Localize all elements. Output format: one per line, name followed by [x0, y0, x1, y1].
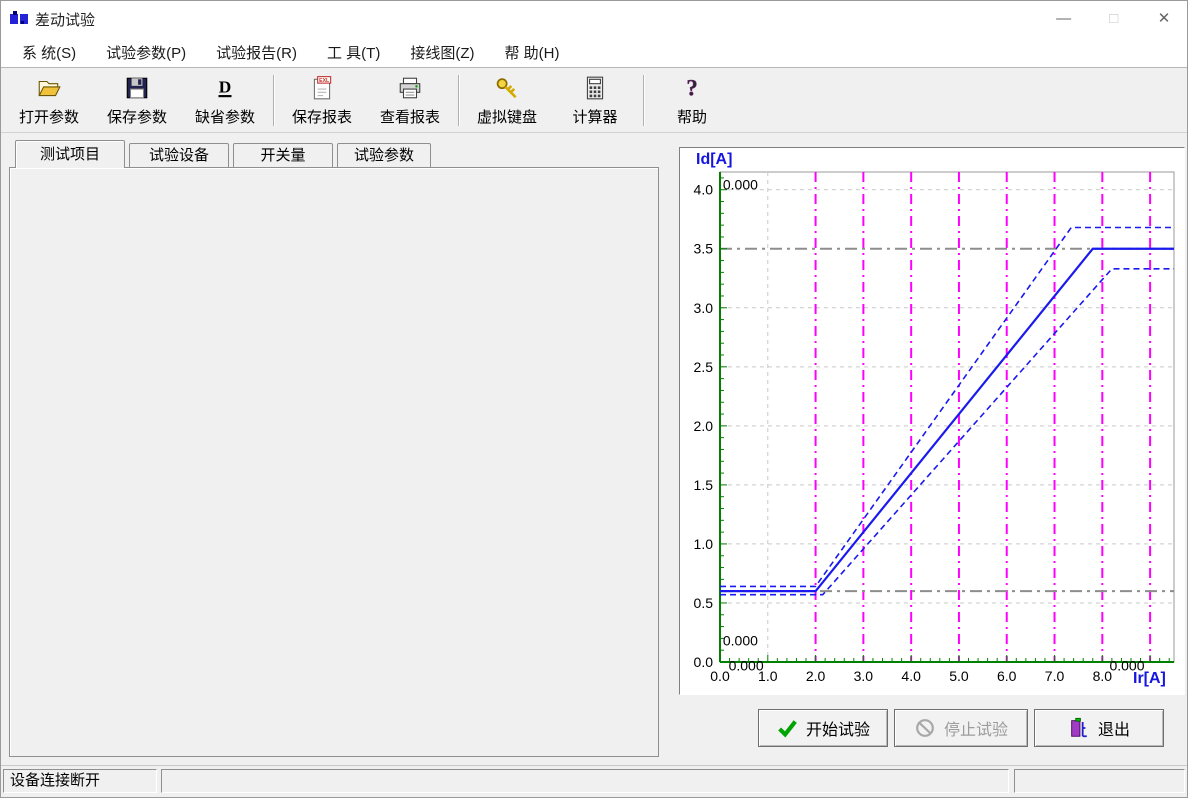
svg-text:D: D	[219, 77, 232, 96]
toolbar-button-label: 保存报表	[292, 106, 352, 127]
y-tick-label: 3.0	[694, 300, 714, 316]
calculator-icon	[582, 75, 608, 105]
y-tick-label: 1.0	[694, 536, 714, 552]
svg-text:?: ?	[686, 75, 697, 100]
toolbar: 打开参数 保存参数 D 缺省参数 EXL 保存报表 查看报表 虚拟键盘 计算器? 帮助	[1, 69, 1187, 133]
maximize-button[interactable]: □	[1091, 1, 1137, 37]
toolbar-button-virtual-keyboard[interactable]: 虚拟键盘	[463, 69, 551, 132]
toolbar-button-view-report[interactable]: 查看报表	[366, 69, 454, 132]
stop-icon	[914, 717, 936, 739]
toolbar-separator	[458, 75, 459, 126]
toolbar-button-label: 打开参数	[19, 106, 79, 127]
tab-2[interactable]: 试验设备	[129, 143, 229, 168]
x-tick-label: 0.0	[710, 668, 730, 684]
x-tick-label: 4.0	[901, 668, 921, 684]
help-icon: ?	[679, 75, 705, 105]
tab-3[interactable]: 开关量	[233, 143, 333, 168]
menu-item-5[interactable]: 接线图(Z)	[395, 37, 489, 67]
y-tick-label: 2.0	[694, 418, 714, 434]
x-axis-label: Ir[A]	[1133, 670, 1166, 687]
app-window: 差动试验 — □ ✕ 系 统(S)试验参数(P)试验报告(R)工 具(T)接线图…	[0, 0, 1188, 798]
app-icon	[9, 9, 29, 29]
default-params-icon: D	[212, 75, 238, 105]
menu-item-4[interactable]: 工 具(T)	[312, 37, 395, 67]
action-button-2[interactable]: 停止试验	[894, 709, 1028, 747]
save-floppy-icon	[124, 75, 150, 105]
boundary-chart: 0.00.51.01.52.02.53.03.54.00.01.02.03.04…	[680, 148, 1184, 694]
status-bar: 设备连接断开	[1, 765, 1187, 798]
toolbar-button-calculator[interactable]: 计算器	[551, 69, 639, 132]
open-folder-icon	[36, 75, 62, 105]
plot-border	[720, 172, 1174, 662]
x-tick-label: 2.0	[806, 668, 826, 684]
tab-page-test-items	[9, 167, 659, 757]
annotation-value: 0.000	[729, 657, 764, 673]
toolbar-button-save-report[interactable]: EXL 保存报表	[278, 69, 366, 132]
action-button-label: 退出	[1098, 716, 1130, 740]
close-button[interactable]: ✕	[1141, 1, 1187, 37]
toolbar-button-help[interactable]: ? 帮助	[648, 69, 736, 132]
minimize-button[interactable]: —	[1041, 1, 1087, 37]
toolbar-button-save-floppy[interactable]: 保存参数	[93, 69, 181, 132]
save-report-icon: EXL	[309, 75, 335, 105]
toolbar-button-label: 虚拟键盘	[477, 106, 537, 127]
action-button-3[interactable]: 退出	[1034, 709, 1164, 747]
toolbar-button-label: 计算器	[572, 106, 617, 127]
titlebar: 差动试验 — □ ✕	[1, 1, 1187, 37]
status-panel-2	[161, 769, 1009, 793]
start-check-icon	[776, 717, 798, 739]
y-tick-label: 4.0	[694, 182, 714, 198]
toolbar-button-open-folder[interactable]: 打开参数	[5, 69, 93, 132]
chart-panel: 0.00.51.01.52.02.53.03.54.00.01.02.03.04…	[679, 147, 1185, 695]
y-axis-label: Id[A]	[696, 151, 732, 168]
toolbar-button-label: 帮助	[677, 106, 707, 127]
action-button-1[interactable]: 开始试验	[758, 709, 888, 747]
annotation-value: 0.000	[723, 177, 758, 193]
menu-bar: 系 统(S)试验参数(P)试验报告(R)工 具(T)接线图(Z)帮 助(H)	[1, 37, 1187, 68]
exit-icon	[1068, 717, 1090, 739]
menu-item-6[interactable]: 帮 助(H)	[489, 37, 574, 67]
tab-1[interactable]: 测试项目	[15, 140, 125, 168]
virtual-keyboard-icon	[494, 75, 520, 105]
menu-item-1[interactable]: 系 统(S)	[7, 37, 91, 67]
x-tick-label: 3.0	[854, 668, 874, 684]
view-report-icon	[397, 75, 423, 105]
status-panel-3	[1014, 769, 1185, 793]
y-tick-label: 3.5	[694, 241, 714, 257]
x-tick-label: 6.0	[997, 668, 1017, 684]
toolbar-button-label: 缺省参数	[195, 106, 255, 127]
y-tick-label: 1.5	[694, 477, 714, 493]
action-button-label: 停止试验	[944, 716, 1008, 740]
status-panel-1: 设备连接断开	[3, 769, 157, 793]
tab-4[interactable]: 试验参数	[337, 143, 431, 168]
toolbar-separator	[273, 75, 274, 126]
toolbar-button-default-params[interactable]: D 缺省参数	[181, 69, 269, 132]
x-tick-label: 5.0	[949, 668, 969, 684]
toolbar-button-label: 查看报表	[380, 106, 440, 127]
window-title: 差动试验	[35, 9, 95, 30]
annotation-value: 0.000	[723, 632, 758, 648]
y-tick-label: 0.5	[694, 595, 714, 611]
menu-item-3[interactable]: 试验报告(R)	[201, 37, 312, 67]
toolbar-button-label: 保存参数	[107, 106, 167, 127]
y-tick-label: 2.5	[694, 359, 714, 375]
toolbar-separator	[643, 75, 644, 126]
x-tick-label: 7.0	[1045, 668, 1065, 684]
svg-text:EXL: EXL	[319, 78, 330, 84]
window-controls: — □ ✕	[1041, 1, 1187, 37]
menu-item-2[interactable]: 试验参数(P)	[91, 37, 201, 67]
action-button-label: 开始试验	[806, 716, 870, 740]
